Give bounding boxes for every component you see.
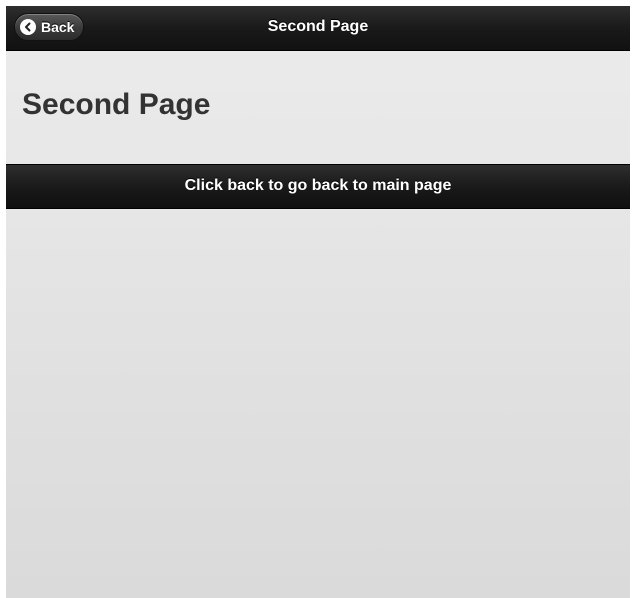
info-bar-text: Click back to go back to main page — [184, 177, 452, 194]
chevron-left-icon — [20, 19, 36, 35]
header-title: Second Page — [267, 18, 369, 35]
app-viewport: Back Second Page Second Page Click back … — [6, 6, 630, 598]
header-bar: Back Second Page — [6, 6, 630, 51]
page-title: Second Page — [22, 88, 211, 121]
back-button[interactable]: Back — [14, 13, 85, 41]
back-button-label: Back — [41, 19, 75, 35]
info-bar: Click back to go back to main page — [6, 164, 630, 209]
